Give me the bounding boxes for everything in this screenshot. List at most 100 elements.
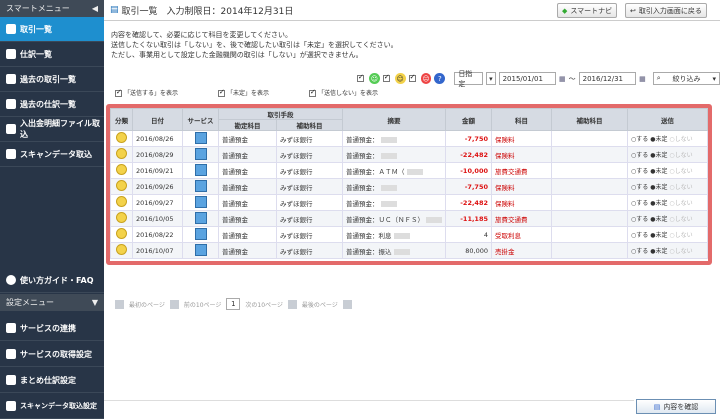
filter-undecided[interactable]: 「未定」を表示 (218, 88, 269, 97)
last-page-icon[interactable] (342, 299, 352, 309)
radio-send[interactable]: ○する (631, 232, 648, 239)
sub-subject-cell[interactable] (551, 242, 628, 259)
calendar-icon[interactable]: ▦ (639, 75, 646, 83)
table-row[interactable]: 2016/09/27 普通預金 みずほ銀行 普通預金： -22,482 保険料 ○する ●未… (110, 194, 708, 211)
account-cell[interactable]: 普通預金 (218, 162, 277, 179)
table-row[interactable]: 2016/09/26 普通預金 みずほ銀行 普通預金： -7,750 保険料 ○する ●未定… (110, 178, 708, 195)
account-cell[interactable]: 普通預金 (218, 146, 277, 163)
table-row[interactable]: 2016/08/22 普通預金 みずほ銀行 普通預金：利息 4 受取利息 ○する ●未定 ○… (110, 226, 708, 243)
summary-cell[interactable]: 普通預金： (342, 130, 446, 147)
sidebar-item-journal[interactable]: 仕訳一覧 (0, 42, 104, 67)
table-row[interactable]: 2016/08/29 普通預金 みずほ銀行 普通預金： -22,482 保険料 ○する ●未… (110, 146, 708, 163)
radio-send[interactable]: ○する (631, 136, 648, 143)
sub-account-cell[interactable]: みずほ銀行 (276, 194, 343, 211)
account-cell[interactable]: 普通預金 (218, 130, 277, 147)
narrow-down-button[interactable]: ⌕ 絞り込み ▾ (652, 72, 720, 85)
radio-send[interactable]: ○する (631, 184, 648, 191)
sub-account-cell[interactable]: みずほ銀行 (276, 146, 343, 163)
sub-account-cell[interactable]: みずほ銀行 (276, 226, 343, 243)
radio-undecided[interactable]: ●未定 (650, 152, 667, 159)
back-to-input-button[interactable]: ↩ 取引入力画面に戻る (625, 3, 707, 18)
summary-cell[interactable]: 普通預金： (342, 178, 446, 195)
filter-send[interactable]: 「送信する」を表示 (115, 88, 178, 97)
summary-cell[interactable]: 普通預金： (342, 146, 446, 163)
radio-send[interactable]: ○する (631, 216, 648, 223)
settings-header[interactable]: 設定メニュー ▼ (0, 294, 104, 311)
sub-account-cell[interactable]: みずほ銀行 (276, 210, 343, 227)
subject-cell[interactable]: 受取利息 (491, 226, 552, 243)
subject-cell[interactable]: 売掛金 (491, 242, 552, 259)
account-cell[interactable]: 普通預金 (218, 210, 277, 227)
sub-account-cell[interactable]: みずほ銀行 (276, 178, 343, 195)
prev-page-link[interactable]: 前の10ページ (184, 300, 222, 309)
prev-page-icon[interactable] (169, 299, 179, 309)
subject-cell[interactable]: 旅費交通費 (491, 162, 552, 179)
checkbox[interactable] (382, 73, 390, 82)
col-amount[interactable]: 金額 (445, 108, 492, 131)
first-page-link[interactable]: 最初のページ (129, 300, 165, 309)
table-row[interactable]: 2016/10/07 普通預金 みずほ銀行 普通預金：振込 80,000 売掛金 ○する ●… (110, 242, 708, 259)
happy-face-icon[interactable]: ☺ (368, 73, 380, 84)
subject-cell[interactable]: 保険料 (491, 146, 552, 163)
sub-account-cell[interactable]: みずほ銀行 (276, 242, 343, 259)
radio-send[interactable]: ○する (631, 248, 648, 255)
sub-subject-cell[interactable] (551, 162, 628, 179)
sub-subject-cell[interactable] (551, 210, 628, 227)
checkbox[interactable] (309, 88, 317, 97)
radio-not-send[interactable]: ○しない (669, 136, 692, 143)
sub-subject-cell[interactable] (551, 194, 628, 211)
summary-cell[interactable]: 普通預金：利息 (342, 226, 446, 243)
account-cell[interactable]: 普通預金 (218, 242, 277, 259)
confirm-button[interactable]: ▤ 内容を確認 (636, 399, 716, 414)
table-row[interactable]: 2016/08/26 普通預金 みずほ銀行 普通預金： -7,750 保険料 ○する ●未定… (110, 130, 708, 147)
sub-subject-cell[interactable] (551, 226, 628, 243)
col-sub-account[interactable]: 補助科目 (276, 119, 343, 131)
radio-send[interactable]: ○する (631, 152, 648, 159)
radio-not-send[interactable]: ○しない (669, 184, 692, 191)
sub-subject-cell[interactable] (551, 178, 628, 195)
next-page-link[interactable]: 次の10ページ (245, 300, 283, 309)
sidebar-item-file-import[interactable]: 入出金明細ファイル取込 (0, 117, 104, 142)
sidebar-item-scan-settings[interactable]: スキャンデータ取込設定 (0, 394, 104, 419)
radio-send[interactable]: ○する (631, 200, 648, 207)
checkbox[interactable] (357, 73, 364, 82)
checkbox[interactable] (218, 88, 226, 97)
sub-account-cell[interactable]: みずほ銀行 (276, 162, 343, 179)
radio-undecided[interactable]: ●未定 (650, 248, 667, 255)
radio-send[interactable]: ○する (631, 168, 648, 175)
filter-not-send[interactable]: 「送信しない」を表示 (309, 88, 378, 97)
sidebar-item-scan-import[interactable]: スキャンデータ取込 (0, 142, 104, 167)
sidebar-item-transactions[interactable]: 取引一覧 (0, 17, 104, 42)
radio-undecided[interactable]: ●未定 (650, 200, 667, 207)
date-mode-select[interactable]: 日指定 (454, 70, 484, 88)
table-row[interactable]: 2016/10/05 普通預金 みずほ銀行 普通預金：ＵＣ（ＮＦＳ） -11,185 旅費… (110, 210, 708, 227)
radio-undecided[interactable]: ●未定 (650, 232, 667, 239)
sub-subject-cell[interactable] (551, 146, 628, 163)
sidebar-item-past-journal[interactable]: 過去の仕訳一覧 (0, 92, 104, 117)
sidebar-item-bulk-journal[interactable]: まとめ仕訳設定 (0, 368, 104, 393)
chevron-down-icon[interactable]: ▾ (486, 72, 496, 85)
account-cell[interactable]: 普通預金 (218, 226, 277, 243)
smile-face-icon[interactable] (116, 148, 127, 159)
radio-not-send[interactable]: ○しない (669, 168, 692, 175)
radio-not-send[interactable]: ○しない (669, 248, 692, 255)
smile-face-icon[interactable] (116, 212, 127, 223)
col-service[interactable]: サービス (182, 108, 219, 131)
col-sub-subject[interactable]: 補助科目 (551, 108, 628, 131)
radio-undecided[interactable]: ●未定 (650, 216, 667, 223)
smile-face-icon[interactable] (116, 196, 127, 207)
smile-face-icon[interactable] (116, 132, 127, 143)
sad-face-icon[interactable]: ☹ (420, 73, 432, 84)
sidebar-item-past-transactions[interactable]: 過去の取引一覧 (0, 67, 104, 92)
sidebar-item-guide[interactable]: 使い方ガイド・FAQ (0, 268, 104, 293)
radio-undecided[interactable]: ●未定 (650, 168, 667, 175)
sidebar-item-service-link[interactable]: サービスの連携 (0, 316, 104, 341)
account-cell[interactable]: 普通預金 (218, 194, 277, 211)
sidebar-item-service-fetch[interactable]: サービスの取得設定 (0, 342, 104, 367)
radio-not-send[interactable]: ○しない (669, 216, 692, 223)
last-page-link[interactable]: 最後のページ (302, 300, 338, 309)
subject-cell[interactable]: 保険料 (491, 178, 552, 195)
neutral-face-icon[interactable]: ☺ (394, 73, 406, 84)
date-to-input[interactable]: 2016/12/31 (578, 72, 637, 85)
sub-account-cell[interactable]: みずほ銀行 (276, 130, 343, 147)
